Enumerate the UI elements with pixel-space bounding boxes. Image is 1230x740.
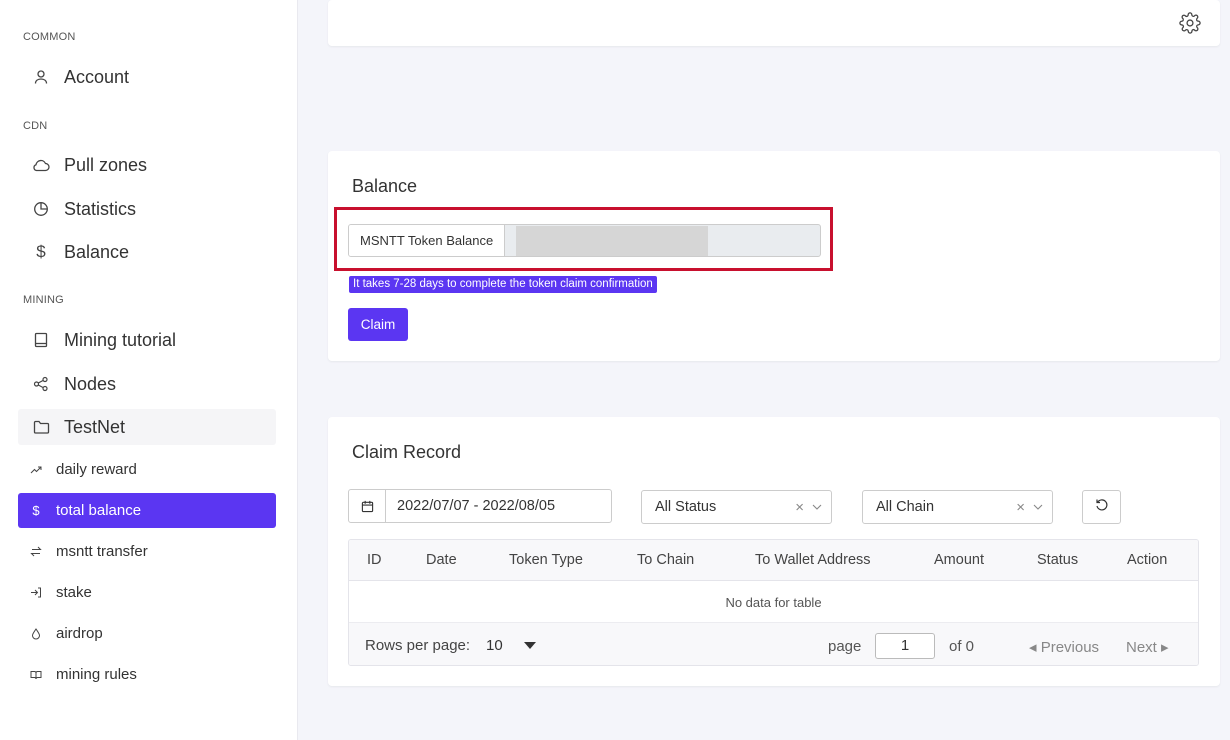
sidebar-item-daily-reward[interactable]: daily reward [18,452,276,487]
sidebar-item-label: Nodes [64,373,117,394]
caret-down-icon[interactable] [524,642,536,649]
sidebar-item-label: msntt transfer [56,543,148,560]
status-select[interactable]: All Status × [641,490,832,524]
page-total-label: of 0 [949,638,975,655]
gear-icon[interactable] [1179,12,1201,39]
table-pagination: Rows per page: 10 page 1 of 0 ◂ Previous… [349,622,1198,665]
sidebar-item-account[interactable]: Account [18,59,276,95]
column-header-amount: Amount [934,552,984,568]
open-book-icon [28,670,44,680]
drop-icon [28,627,44,640]
sidebar-item-balance[interactable]: $ Balance [18,234,276,270]
chevron-down-icon [812,504,822,510]
table-empty-message: No data for table [725,594,822,610]
sign-in-icon [28,587,44,598]
sidebar-item-label: total balance [56,502,142,519]
column-header-to-chain: To Chain [637,552,695,568]
table-header: ID Date Token Type To Chain To Wallet Ad… [349,540,1198,581]
refresh-button[interactable] [1082,490,1121,524]
sidebar-item-mining-rules[interactable]: mining rules [18,657,276,692]
chain-select-value: All Chain [876,499,935,515]
sidebar-item-label: Balance [64,241,130,262]
date-range-value: 2022/07/07 - 2022/08/05 [397,498,556,514]
sidebar-item-msntt-transfer[interactable]: msntt transfer [18,534,276,569]
sidebar-item-label: Pull zones [64,154,148,175]
sidebar-item-label: mining rules [56,666,137,683]
column-header-id: ID [367,552,382,568]
clear-icon[interactable]: × [1016,499,1025,516]
folder-icon [30,420,52,434]
rows-per-page-label: Rows per page: [365,637,471,654]
column-header-action: Action [1127,552,1168,568]
chain-select[interactable]: All Chain × [862,490,1053,524]
sidebar-item-stake[interactable]: stake [18,575,276,610]
claim-record-table: ID Date Token Type To Chain To Wallet Ad… [348,539,1199,666]
dollar-icon: $ [36,242,46,261]
cloud-icon [30,158,52,172]
sidebar-item-airdrop[interactable]: airdrop [18,616,276,651]
sidebar-item-label: TestNet [64,416,126,437]
dollar-icon: $ [32,503,40,518]
calendar-icon [349,490,386,522]
previous-page-button[interactable]: ◂ Previous [1029,638,1099,656]
sidebar-item-testnet[interactable]: TestNet [18,409,276,445]
sidebar-item-statistics[interactable]: Statistics [18,191,276,227]
column-header-date: Date [426,552,457,568]
highlight-box [334,207,833,271]
chevron-down-icon [1033,504,1043,510]
page-number-input[interactable]: 1 [875,633,935,659]
column-header-status: Status [1037,552,1079,568]
trending-up-icon [28,465,44,475]
section-title-cdn: CDN [23,120,48,132]
column-header-to-wallet-address: To Wallet Address [755,552,871,568]
user-icon [30,69,52,85]
sidebar-item-label: Account [64,66,130,87]
sidebar-item-label: daily reward [56,461,137,478]
column-header-token-type: Token Type [509,552,583,568]
clear-icon[interactable]: × [795,499,804,516]
claim-button[interactable]: Claim [348,308,408,341]
book-icon [30,332,52,348]
transfer-icon [28,546,44,557]
claim-record-title: Claim Record [352,442,462,462]
claim-confirmation-note: It takes 7-28 days to complete the token… [349,276,657,293]
sidebar-item-mining-tutorial[interactable]: Mining tutorial [18,322,276,358]
status-select-value: All Status [655,499,717,515]
sidebar-item-label: Mining tutorial [64,329,177,350]
date-range-input[interactable]: 2022/07/07 - 2022/08/05 [348,489,612,523]
sidebar-item-pull-zones[interactable]: Pull zones [18,147,276,183]
sidebar: COMMON Account CDN Pull zones Statistics… [0,0,298,740]
pie-chart-icon [30,201,52,217]
top-header-bar [328,0,1220,46]
sidebar-item-total-balance[interactable]: $ total balance [18,493,276,528]
rows-per-page-select[interactable]: 10 [486,637,503,654]
page-label: page [828,638,862,655]
refresh-icon [1095,498,1109,517]
sidebar-item-label: Statistics [64,198,137,219]
sidebar-item-label: airdrop [56,625,103,642]
balance-card-title: Balance [352,176,418,196]
section-title-mining: MINING [23,294,64,306]
sidebar-item-nodes[interactable]: Nodes [18,366,276,402]
next-page-button[interactable]: Next ▸ [1126,638,1169,656]
section-title-common: COMMON [23,31,76,43]
sidebar-item-label: stake [56,584,92,601]
share-nodes-icon [30,376,52,392]
